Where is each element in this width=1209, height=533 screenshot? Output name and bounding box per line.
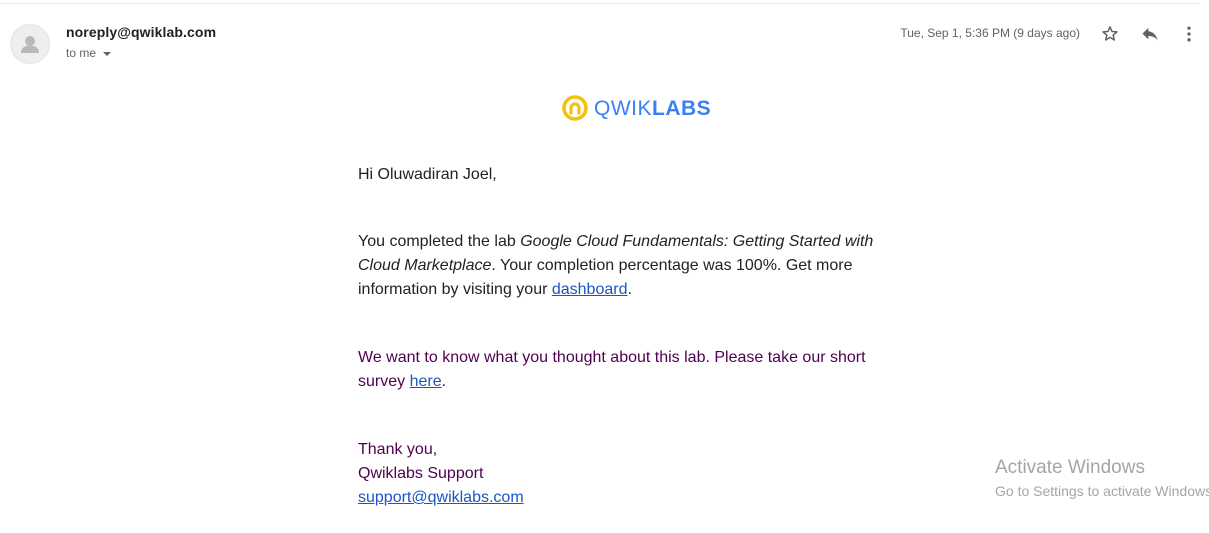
survey-paragraph: We want to know what you thought about t… — [358, 346, 898, 394]
qwiklabs-logo: QWIKLABS — [561, 94, 711, 122]
person-icon — [21, 36, 39, 53]
signoff-thanks: Thank you, — [358, 441, 438, 458]
completion-paragraph: You completed the lab Google Cloud Funda… — [358, 230, 898, 302]
recipient-details-toggle[interactable]: to me — [66, 46, 112, 60]
header-divider — [0, 3, 1200, 4]
signoff-team: Qwiklabs Support — [358, 465, 484, 482]
recipient-label: to me — [66, 46, 97, 60]
p2-text-end: . — [441, 373, 447, 390]
logo-text-qwik: QWIK — [594, 96, 652, 120]
qwiklabs-logo-icon — [562, 95, 588, 121]
sender-avatar[interactable] — [10, 24, 50, 64]
survey-link[interactable]: here — [410, 373, 442, 390]
p1-text-start: You completed the lab — [358, 233, 521, 250]
logo-text-labs: LABS — [652, 96, 712, 120]
chevron-down-icon — [103, 51, 112, 56]
reply-icon[interactable] — [1139, 23, 1161, 45]
support-email-link[interactable]: support@qwiklabs.com — [358, 489, 524, 506]
activate-windows-watermark: Activate Windows Go to Settings to activ… — [995, 456, 1209, 502]
logo-wordmark: QWIKLABS — [594, 98, 711, 119]
watermark-subtitle: Go to Settings to activate Windows. — [995, 483, 1209, 499]
watermark-title: Activate Windows — [995, 457, 1145, 478]
signoff: Thank you, Qwiklabs Support support@qwik… — [358, 438, 898, 510]
dashboard-link[interactable]: dashboard — [552, 281, 628, 298]
greeting: Hi Oluwadiran Joel, — [358, 166, 497, 183]
sender-email: noreply@qwiklab.com — [66, 24, 217, 40]
more-vert-icon[interactable] — [1178, 23, 1200, 45]
p1-text-end: . — [627, 281, 632, 298]
message-date: Tue, Sep 1, 5:36 PM (9 days ago) — [900, 26, 1080, 40]
star-icon[interactable] — [1099, 23, 1121, 45]
